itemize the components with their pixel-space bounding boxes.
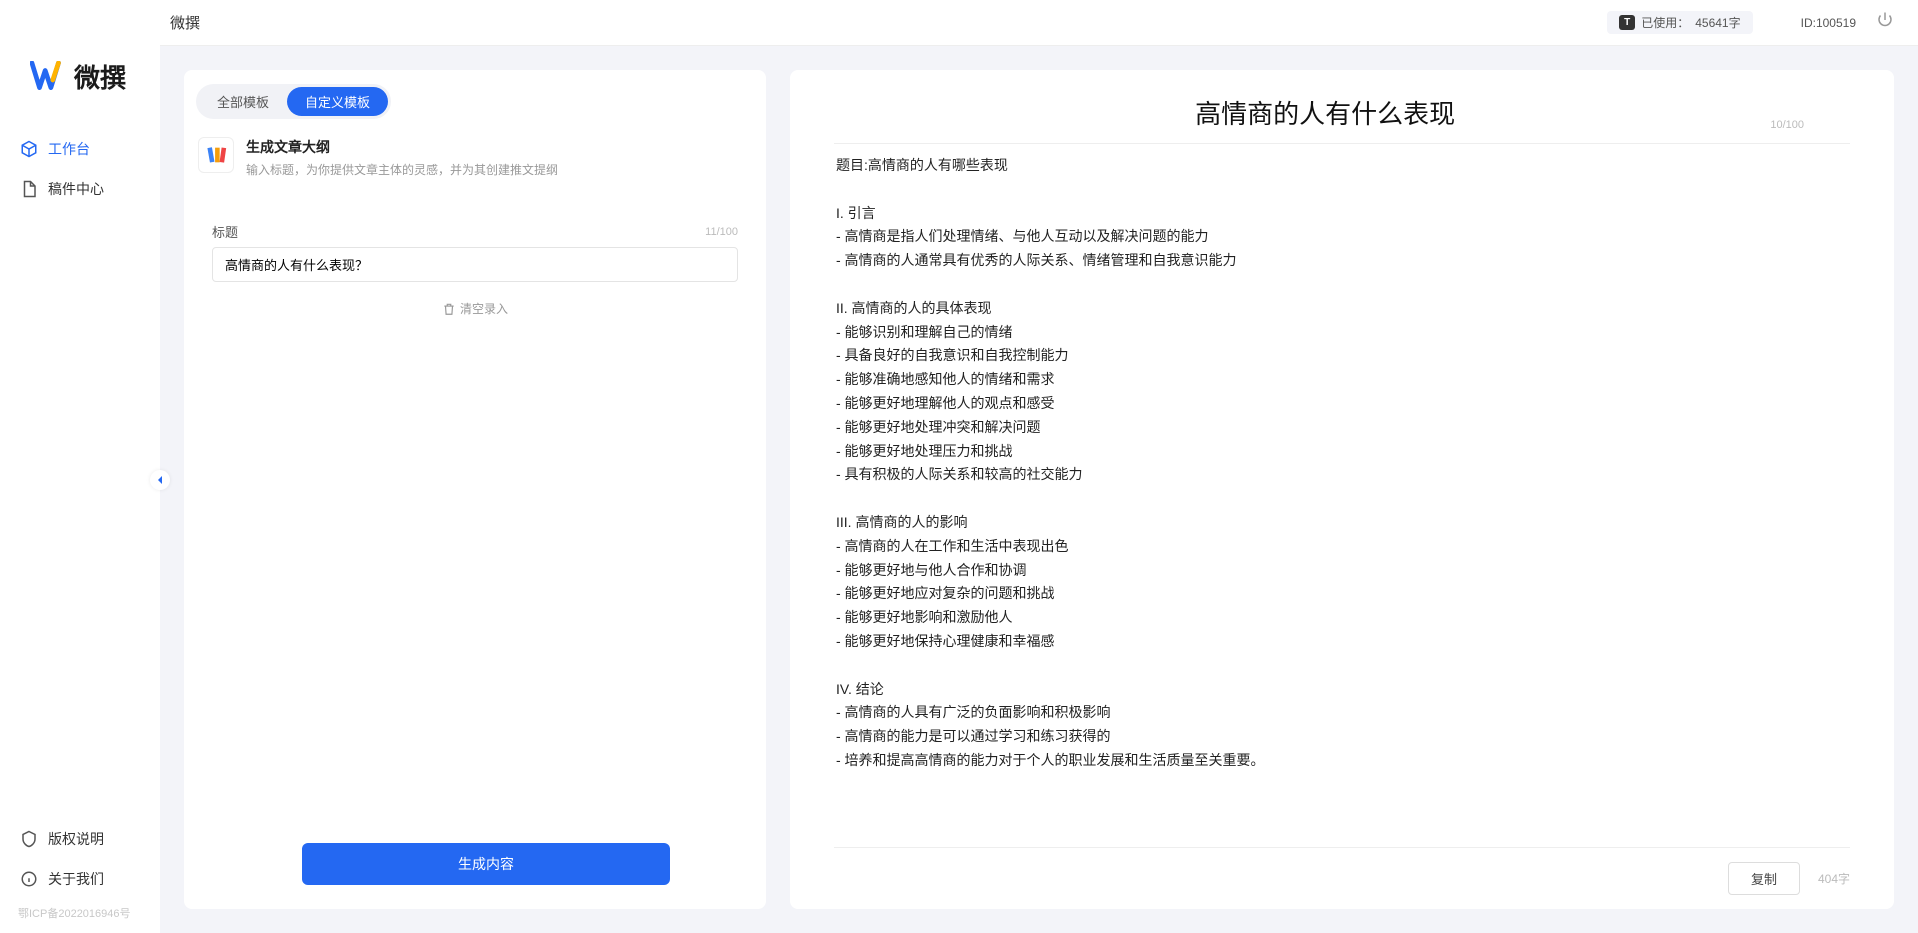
- cube-icon: [20, 140, 38, 158]
- nav-workbench-label: 工作台: [48, 139, 90, 159]
- generate-button[interactable]: 生成内容: [302, 843, 670, 885]
- output-title-counter: 10/100: [1770, 119, 1804, 131]
- trash-icon: [442, 302, 456, 316]
- top-title: 微撰: [170, 12, 200, 33]
- form-section: 标题 11/100 清空录入: [184, 192, 766, 317]
- input-panel: 全部模板 自定义模板 生成文章大纲 输入标题，为你提供文章主体的灵感，并为其创建…: [184, 70, 766, 909]
- collapse-sidebar-button[interactable]: [150, 470, 170, 490]
- usage-label: 已使用：: [1641, 14, 1689, 31]
- template-desc: 输入标题，为你提供文章主体的灵感，并为其创建推文提纲: [246, 161, 558, 178]
- output-body[interactable]: 题目:高情商的人有哪些表现 I. 引言 - 高情商是指人们处理情绪、与他人互动以…: [790, 144, 1894, 847]
- link-copyright-label: 版权说明: [48, 829, 104, 849]
- output-panel: 高情商的人有什么表现 10/100 题目:高情商的人有哪些表现 I. 引言 - …: [790, 70, 1894, 909]
- usage-chip[interactable]: T 已使用： 45641字: [1607, 11, 1752, 34]
- copy-button[interactable]: 复制: [1728, 862, 1800, 895]
- logo: 微撰: [0, 18, 160, 129]
- link-about[interactable]: 关于我们: [0, 859, 160, 899]
- template-icon: [198, 137, 234, 173]
- nav-items: 工作台 稿件中心: [0, 129, 160, 209]
- sidebar: 微撰 工作台 稿件中心 版权说明 关于我们: [0, 0, 160, 933]
- power-button[interactable]: [1876, 11, 1894, 34]
- output-footer: 复制 404字: [834, 847, 1850, 895]
- shield-icon: [20, 830, 38, 848]
- power-icon: [1876, 11, 1894, 29]
- tab-all-templates[interactable]: 全部模板: [199, 87, 287, 116]
- tab-custom-templates[interactable]: 自定义模板: [287, 87, 388, 116]
- link-about-label: 关于我们: [48, 869, 104, 889]
- word-count: 404字: [1818, 870, 1850, 887]
- template-tabs: 全部模板 自定义模板: [196, 84, 391, 119]
- template-name: 生成文章大纲: [246, 137, 558, 157]
- output-title: 高情商的人有什么表现: [880, 94, 1770, 131]
- text-icon: T: [1619, 15, 1635, 30]
- template-info: 生成文章大纲 输入标题，为你提供文章主体的灵感，并为其创建推文提纲: [184, 133, 766, 192]
- nav-drafts-label: 稿件中心: [48, 179, 104, 199]
- link-copyright[interactable]: 版权说明: [0, 819, 160, 859]
- clear-input-label: 清空录入: [460, 300, 508, 317]
- usage-value: 45641字: [1695, 14, 1740, 31]
- user-id: ID:100519: [1801, 16, 1856, 30]
- output-title-row: 高情商的人有什么表现 10/100: [834, 82, 1850, 144]
- icp-text: 鄂ICP备2022016946号: [0, 899, 160, 921]
- nav-drafts[interactable]: 稿件中心: [0, 169, 160, 209]
- books-icon: [205, 144, 227, 166]
- chevron-left-icon: [155, 475, 165, 485]
- document-icon: [20, 180, 38, 198]
- info-icon: [20, 870, 38, 888]
- topbar: 微撰 T 已使用： 45641字 ID:100519: [160, 0, 1918, 46]
- logo-text: 微撰: [74, 58, 126, 95]
- clear-input-button[interactable]: 清空录入: [212, 300, 738, 317]
- main: 微撰 T 已使用： 45641字 ID:100519 全部模板 自定义模板: [160, 0, 1918, 933]
- title-label: 标题: [212, 222, 238, 241]
- nav-workbench[interactable]: 工作台: [0, 129, 160, 169]
- workspace: 全部模板 自定义模板 生成文章大纲 输入标题，为你提供文章主体的灵感，并为其创建…: [160, 46, 1918, 933]
- sidebar-bottom: 版权说明 关于我们 鄂ICP备2022016946号: [0, 819, 160, 925]
- title-input[interactable]: [212, 247, 738, 282]
- title-counter: 11/100: [705, 226, 738, 238]
- logo-icon: [30, 61, 68, 92]
